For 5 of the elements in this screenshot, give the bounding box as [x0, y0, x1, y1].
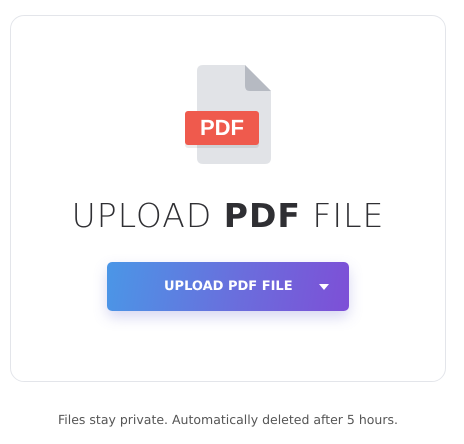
file-type-badge: PDF — [185, 111, 259, 145]
upload-heading: UPLOAD PDF FILE — [72, 196, 384, 235]
privacy-note: Files stay private. Automatically deleted after 5 hours. — [57, 412, 399, 427]
upload-button[interactable]: UPLOAD PDF FILE — [107, 262, 349, 311]
caret-icon[interactable] — [319, 284, 329, 290]
